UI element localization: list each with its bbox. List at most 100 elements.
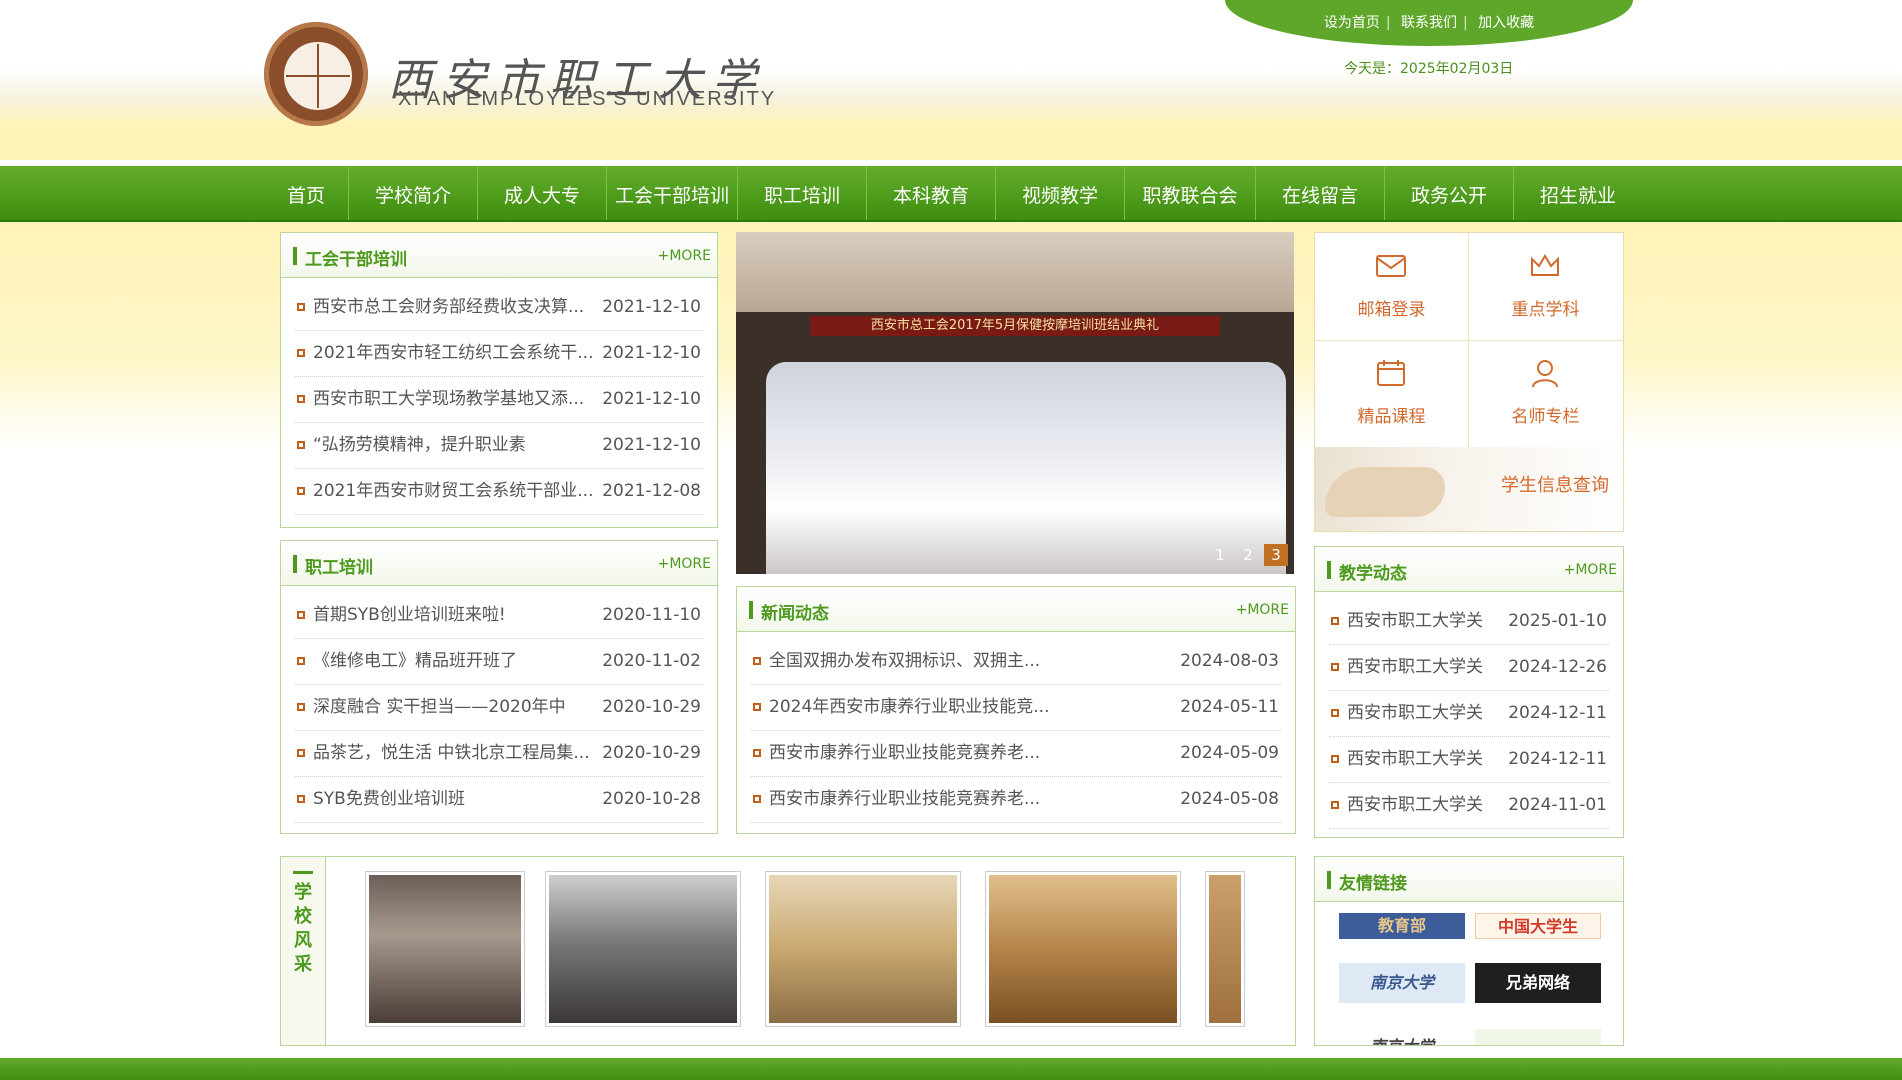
staff-training-panel: 职工培训 +MORE 首期SYB创业培训班来啦! 2020-11-10 《维修电工… (280, 540, 718, 834)
more-link[interactable]: +MORE (1236, 602, 1289, 618)
university-seal-logo[interactable] (264, 22, 368, 126)
gallery-photo[interactable] (545, 871, 741, 1027)
slider-pagination: 1 2 3 (1208, 544, 1288, 566)
slider-banner: 西安市总工会2017年5月保健按摩培训班结业典礼 (810, 316, 1220, 336)
bullet-icon (297, 487, 305, 495)
site-title-en: XI'AN EMPLOYEES'S UNIVERSITY (398, 88, 777, 110)
nav-undergrad[interactable]: 本科教育 (867, 166, 996, 220)
more-link[interactable]: +MORE (658, 248, 711, 264)
add-favorite-link[interactable]: 加入收藏 (1478, 15, 1534, 31)
list-item[interactable]: 2024年西安市康养行业职业技能竞... 2024-05-11 (751, 685, 1281, 731)
nav-video[interactable]: 视频教学 (996, 166, 1125, 220)
slider-page-2[interactable]: 2 (1236, 544, 1260, 566)
bullet-icon (753, 657, 761, 665)
bullet-icon (1331, 663, 1339, 671)
union-training-panel: 工会干部培训 +MORE 西安市总工会财务部经费收支决算... 2021-12-1… (280, 232, 718, 528)
list-item[interactable]: 西安市康养行业职业技能竞赛养老... 2024-05-08 (751, 777, 1281, 823)
gallery-photo[interactable] (365, 871, 525, 1027)
quick-links: 邮箱登录 重点学科 精品课程 名师专栏 学生信息查询 (1314, 232, 1624, 532)
bullet-icon (753, 703, 761, 711)
mail-icon (1376, 255, 1406, 277)
nav-adult-college[interactable]: 成人大专 (478, 166, 607, 220)
list-item[interactable]: 西安市职工大学关 2024-11-01 (1329, 783, 1609, 829)
nav-government[interactable]: 政务公开 (1385, 166, 1514, 220)
contact-us-link[interactable]: 联系我们 (1401, 15, 1457, 31)
user-icon (1532, 360, 1558, 388)
list-item[interactable]: 西安市职工大学现场教学基地又添... 2021-12-10 (295, 377, 703, 423)
nav-vocational-union[interactable]: 职教联合会 (1125, 166, 1256, 220)
nav-staff-training[interactable]: 职工培训 (738, 166, 867, 220)
calendar-icon (1377, 360, 1405, 386)
bullet-icon (1331, 709, 1339, 717)
today-date: 今天是：2025年02月03日 (1344, 61, 1514, 77)
panel-title: 教学动态 (1339, 564, 1407, 584)
nav-home[interactable]: 首页 (264, 166, 349, 220)
list-item[interactable]: 《维修电工》精品班开班了 2020-11-02 (295, 639, 703, 685)
nav-message[interactable]: 在线留言 (1256, 166, 1385, 220)
crown-icon (1531, 254, 1559, 276)
list-item[interactable]: 西安市总工会财务部经费收支决算... 2021-12-10 (295, 285, 703, 331)
news-list: 首期SYB创业培训班来啦! 2020-11-10 《维修电工》精品班开班了 2020… (295, 593, 703, 823)
bullet-icon (753, 795, 761, 803)
list-item[interactable]: 全国双拥办发布双拥标识、双拥主... 2024-08-03 (751, 639, 1281, 685)
list-item[interactable]: 西安市职工大学关 2025-01-10 (1329, 599, 1609, 645)
list-item[interactable]: 西安市职工大学关 2024-12-11 (1329, 691, 1609, 737)
top-links-bar: 设为首页 | 联系我们 | 加入收藏 (1225, 0, 1633, 46)
key-subjects-button[interactable]: 重点学科 (1469, 233, 1622, 341)
gallery-scroller[interactable] (365, 871, 1245, 1029)
main-nav: 首页 学校简介 成人大专 工会干部培训 职工培训 本科教育 视频教学 职教联合会… (0, 166, 1902, 222)
news-panel: 新闻动态 +MORE 全国双拥办发布双拥标识、双拥主... 2024-08-03 … (736, 586, 1296, 834)
bullet-icon (1331, 801, 1339, 809)
link-ministry-of-education[interactable]: 教育部 (1339, 913, 1465, 939)
list-item[interactable]: 西安市职工大学关 2024-12-26 (1329, 645, 1609, 691)
panel-title: 职工培训 (305, 558, 373, 578)
list-item[interactable]: 品茶艺，悦生活 中铁北京工程局集... 2020-10-29 (295, 731, 703, 777)
quality-courses-button[interactable]: 精品课程 (1315, 340, 1469, 448)
panel-title: 友情链接 (1339, 874, 1407, 894)
photo-slider[interactable]: 西安市总工会2017年5月保健按摩培训班结业典礼 1 2 3 (736, 232, 1294, 574)
more-link[interactable]: +MORE (658, 556, 711, 572)
list-item[interactable]: 西安市职工大学关 2024-12-11 (1329, 737, 1609, 783)
list-item[interactable]: 西安市康养行业职业技能竞赛养老... 2024-05-09 (751, 731, 1281, 777)
link-brother-network[interactable]: 兄弟网络 (1475, 963, 1601, 1003)
nav-about[interactable]: 学校简介 (349, 166, 478, 220)
news-list: 西安市职工大学关 2025-01-10 西安市职工大学关 2024-12-26 西安… (1329, 599, 1609, 829)
bullet-icon (753, 749, 761, 757)
link-nanjing-university-2[interactable]: 南京大学 (1339, 1027, 1465, 1045)
site-header: 西安市职工大学 XI'AN EMPLOYEES'S UNIVERSITY 设为首… (0, 0, 1902, 166)
news-list: 全国双拥办发布双拥标识、双拥主... 2024-08-03 2024年西安市康养行… (751, 639, 1281, 823)
list-item[interactable]: SYB免费创业培训班 2020-10-28 (295, 777, 703, 823)
nav-union-training[interactable]: 工会干部培训 (607, 166, 738, 220)
list-item[interactable]: 首期SYB创业培训班来啦! 2020-11-10 (295, 593, 703, 639)
bullet-icon (297, 611, 305, 619)
bullet-icon (297, 657, 305, 665)
bullet-icon (297, 795, 305, 803)
campus-gallery: 学校风采 (280, 856, 1296, 1046)
panel-title: 工会干部培训 (305, 250, 407, 270)
list-item[interactable]: “弘扬劳模精神，提升职业素 2021-12-10 (295, 423, 703, 469)
set-homepage-link[interactable]: 设为首页 (1324, 15, 1380, 31)
bullet-icon (1331, 617, 1339, 625)
slider-page-3[interactable]: 3 (1264, 544, 1288, 566)
gallery-photo[interactable] (765, 871, 961, 1027)
famous-teachers-button[interactable]: 名师专栏 (1469, 340, 1622, 448)
link-partial[interactable] (1475, 1029, 1601, 1045)
list-item[interactable]: 深度融合 实干担当——2020年中 2020-10-29 (295, 685, 703, 731)
link-nanjing-university[interactable]: 南京大学 (1339, 963, 1465, 1003)
list-item[interactable]: 2021年西安市轻工纺织工会系统干... 2021-12-10 (295, 331, 703, 377)
nav-enrollment[interactable]: 招生就业 (1514, 166, 1642, 220)
news-list: 西安市总工会财务部经费收支决算... 2021-12-10 2021年西安市轻工纺… (295, 285, 703, 515)
student-info-query-banner[interactable]: 学生信息查询 (1315, 447, 1623, 531)
friend-links-panel: 友情链接 教育部 中国大学生 南京大学 兄弟网络 南京大学 (1314, 856, 1624, 1046)
list-item[interactable]: 2021年西安市财贸工会系统干部业... 2021-12-08 (295, 469, 703, 515)
gallery-photo[interactable] (1205, 871, 1245, 1027)
more-link[interactable]: +MORE (1564, 562, 1617, 578)
link-china-campus[interactable]: 中国大学生 (1475, 913, 1601, 939)
slider-photo (766, 362, 1286, 574)
mail-login-button[interactable]: 邮箱登录 (1315, 233, 1469, 341)
panel-title: 新闻动态 (761, 604, 829, 624)
bullet-icon (297, 749, 305, 757)
gallery-label: 学校风采 (281, 857, 326, 1045)
gallery-photo[interactable] (985, 871, 1181, 1027)
slider-page-1[interactable]: 1 (1208, 544, 1232, 566)
